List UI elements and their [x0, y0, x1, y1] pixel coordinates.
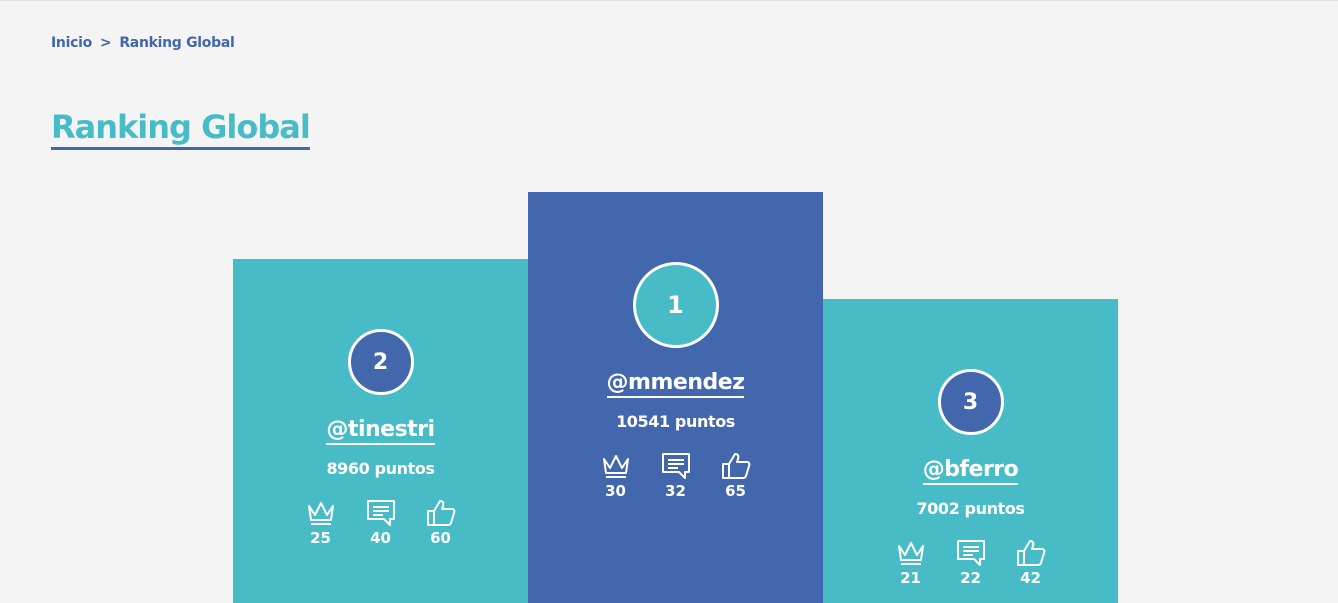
- crowns-count: 25: [310, 529, 331, 547]
- crown-icon: [897, 542, 924, 565]
- stat-comments: 40: [362, 499, 400, 547]
- crown-icon: [307, 502, 334, 525]
- stats-row: 30 32 65: [528, 452, 823, 500]
- podium-first: 1 @mmendez 10541 puntos 30 32 65: [528, 192, 823, 603]
- crowns-count: 30: [605, 482, 626, 500]
- comments-count: 22: [960, 569, 981, 587]
- comment-icon: [366, 500, 395, 526]
- likes-count: 65: [725, 482, 746, 500]
- stat-likes: 60: [422, 499, 460, 547]
- breadcrumb-home-link[interactable]: Inicio: [51, 35, 92, 51]
- thumbs-up-icon: [1016, 540, 1045, 566]
- podium-third: 3 @bferro 7002 puntos 21 22 42: [823, 299, 1118, 603]
- username-link[interactable]: @bferro: [922, 457, 1019, 485]
- thumbs-up-icon: [721, 453, 750, 479]
- stat-likes: 65: [717, 452, 755, 500]
- stat-comments: 32: [657, 452, 695, 500]
- page-title: Ranking Global: [51, 107, 311, 150]
- likes-count: 60: [430, 529, 451, 547]
- comment-icon: [661, 453, 690, 479]
- crown-icon: [602, 455, 629, 478]
- rank-badge: 1: [632, 262, 719, 348]
- stat-crowns: 21: [892, 539, 930, 587]
- rank-badge: 2: [347, 329, 414, 395]
- stat-likes: 42: [1012, 539, 1050, 587]
- comment-icon: [956, 540, 985, 566]
- podium-second: 2 @tinestri 8960 puntos 25 40 60: [233, 259, 528, 603]
- username-link[interactable]: @tinestri: [326, 417, 435, 445]
- breadcrumb-separator: >: [99, 35, 112, 51]
- points: 10541 puntos: [616, 412, 735, 431]
- crowns-count: 21: [900, 569, 921, 587]
- comments-count: 40: [370, 529, 391, 547]
- points: 8960 puntos: [326, 459, 435, 478]
- breadcrumb-current: Ranking Global: [119, 35, 235, 51]
- points: 7002 puntos: [916, 499, 1025, 518]
- username: @tinestri: [233, 417, 528, 445]
- stats-row: 21 22 42: [823, 539, 1118, 587]
- breadcrumb: Inicio > Ranking Global: [51, 35, 235, 51]
- username: @bferro: [823, 457, 1118, 485]
- likes-count: 42: [1020, 569, 1041, 587]
- username: @mmendez: [528, 370, 823, 398]
- stat-comments: 22: [952, 539, 990, 587]
- stats-row: 25 40 60: [233, 499, 528, 547]
- thumbs-up-icon: [426, 500, 455, 526]
- stat-crowns: 30: [597, 452, 635, 500]
- comments-count: 32: [665, 482, 686, 500]
- rank-badge: 3: [937, 369, 1004, 435]
- stat-crowns: 25: [302, 499, 340, 547]
- username-link[interactable]: @mmendez: [606, 370, 745, 398]
